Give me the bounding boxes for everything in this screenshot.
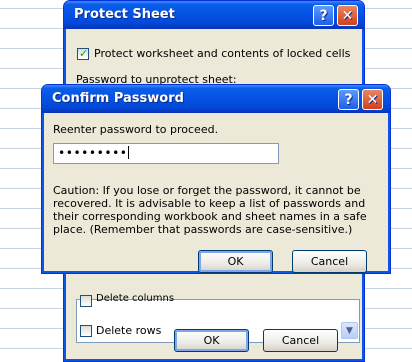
protect-cancel-button[interactable]: Cancel (263, 329, 338, 352)
scroll-down-button[interactable]: ▼ (341, 322, 358, 339)
chevron-down-icon: ▼ (346, 325, 353, 336)
close-button[interactable]: ✕ (362, 89, 383, 110)
cancel-label: Cancel (310, 255, 349, 268)
confirm-cancel-button[interactable]: Cancel (292, 250, 367, 273)
protect-worksheet-checkbox[interactable]: ✓ (77, 47, 89, 60)
protect-worksheet-label: Protect worksheet and contents of locked… (94, 47, 351, 60)
confirm-password-titlebar: Confirm Password ? ✕ (42, 85, 390, 113)
ok-label: OK (203, 334, 220, 347)
checkmark-icon: ✓ (79, 47, 89, 60)
protect-sheet-titlebar: Protect Sheet ? ✕ (64, 1, 364, 29)
text-caret (127, 146, 129, 159)
delete-columns-checkbox[interactable] (80, 295, 92, 307)
list-item-label: Delete rows (96, 324, 162, 337)
protect-sheet-title: Protect Sheet (74, 7, 175, 22)
close-button[interactable]: ✕ (337, 5, 358, 26)
help-icon: ? (319, 7, 328, 24)
delete-rows-checkbox[interactable] (80, 325, 92, 337)
ok-label: OK (227, 255, 244, 268)
cancel-label: Cancel (281, 334, 320, 347)
close-icon: ✕ (366, 91, 379, 108)
reenter-prompt: Reenter password to proceed. (53, 123, 219, 136)
confirm-password-dialog: Confirm Password ? ✕ Reenter password to… (41, 84, 391, 274)
help-button[interactable]: ? (313, 5, 334, 26)
protect-ok-button[interactable]: OK (174, 329, 249, 352)
confirm-password-body: Reenter password to proceed. ••••••••• C… (46, 113, 386, 273)
password-input[interactable]: ••••••••• (53, 143, 279, 164)
close-icon: ✕ (341, 7, 354, 24)
caution-text: Caution: If you lose or forget the passw… (53, 184, 367, 236)
list-item-label: Delete columns (96, 293, 175, 304)
help-button[interactable]: ? (338, 89, 359, 110)
confirm-password-title: Confirm Password (52, 91, 184, 106)
confirm-ok-button[interactable]: OK (198, 250, 273, 273)
password-mask: ••••••••• (58, 146, 128, 160)
help-icon: ? (344, 91, 353, 108)
